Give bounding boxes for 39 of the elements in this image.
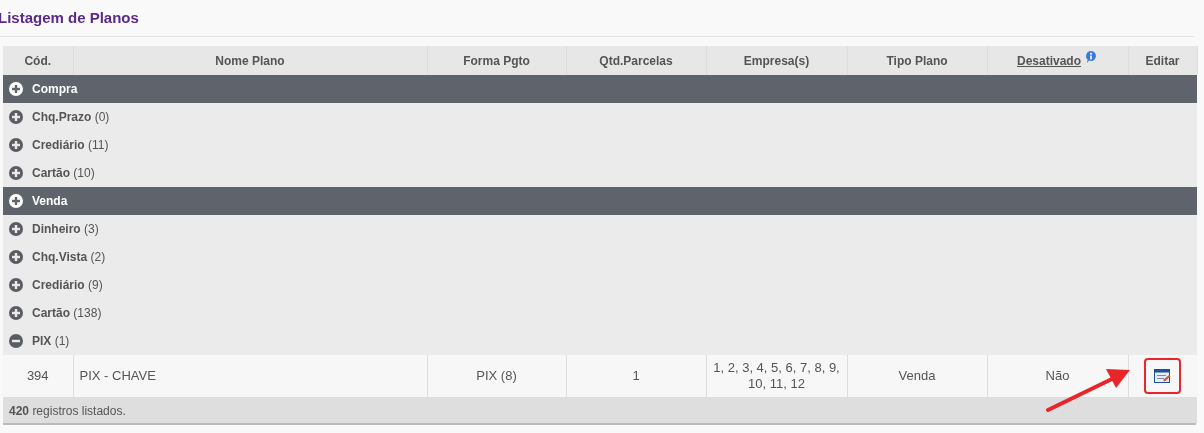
category-label[interactable]: PIX (1) (32, 332, 70, 350)
column-header: Qtd.Parcelas (599, 52, 673, 70)
expand-icon[interactable] (9, 250, 23, 264)
expand-icon[interactable] (9, 306, 23, 320)
column-header: Tipo Plano (886, 52, 948, 70)
category-label[interactable]: Chq.Prazo (0) (32, 108, 110, 126)
column-header: Forma Pgto (463, 52, 530, 70)
column-header: Editar (1145, 52, 1180, 70)
records-count: 420 registros listados. (9, 404, 126, 418)
table-cell: 1 (632, 368, 640, 384)
expand-icon[interactable] (9, 278, 23, 292)
expand-icon[interactable] (9, 138, 23, 152)
table-cell: Venda (898, 368, 936, 384)
group-label[interactable]: Venda (32, 192, 68, 210)
column-header: Empresa(s) (743, 52, 810, 70)
column-header-link[interactable]: Desativado (1017, 51, 1081, 70)
info-icon[interactable] (1084, 49, 1098, 64)
category-label[interactable]: Cartão (10) (32, 164, 95, 182)
table-cell: 394 (26, 368, 49, 384)
column-header: Nome Plano (215, 52, 285, 70)
expand-icon[interactable] (9, 194, 23, 208)
collapse-icon[interactable] (9, 334, 23, 348)
expand-icon[interactable] (9, 222, 23, 236)
expand-icon[interactable] (9, 166, 23, 180)
table-cell: Não (1045, 368, 1070, 384)
table-cell: 1, 2, 3, 4, 5, 6, 7, 8, 9, 10, 11, 12 (713, 360, 840, 391)
edit-icon (1154, 369, 1172, 383)
category-label[interactable]: Crediário (11) (32, 136, 109, 154)
category-label[interactable]: Crediário (9) (32, 276, 103, 294)
table-cell: PIX - CHAVE (79, 368, 156, 384)
edit-button[interactable] (1144, 358, 1182, 394)
category-label[interactable]: Dinheiro (3) (32, 220, 99, 238)
expand-icon[interactable] (9, 82, 23, 96)
expand-icon[interactable] (9, 110, 23, 124)
group-label[interactable]: Compra (32, 80, 78, 98)
table-cell: PIX (8) (476, 368, 517, 384)
category-label[interactable]: Cartão (138) (32, 304, 102, 322)
column-header: Cód. (24, 52, 52, 70)
category-label[interactable]: Chq.Vista (2) (32, 248, 106, 266)
